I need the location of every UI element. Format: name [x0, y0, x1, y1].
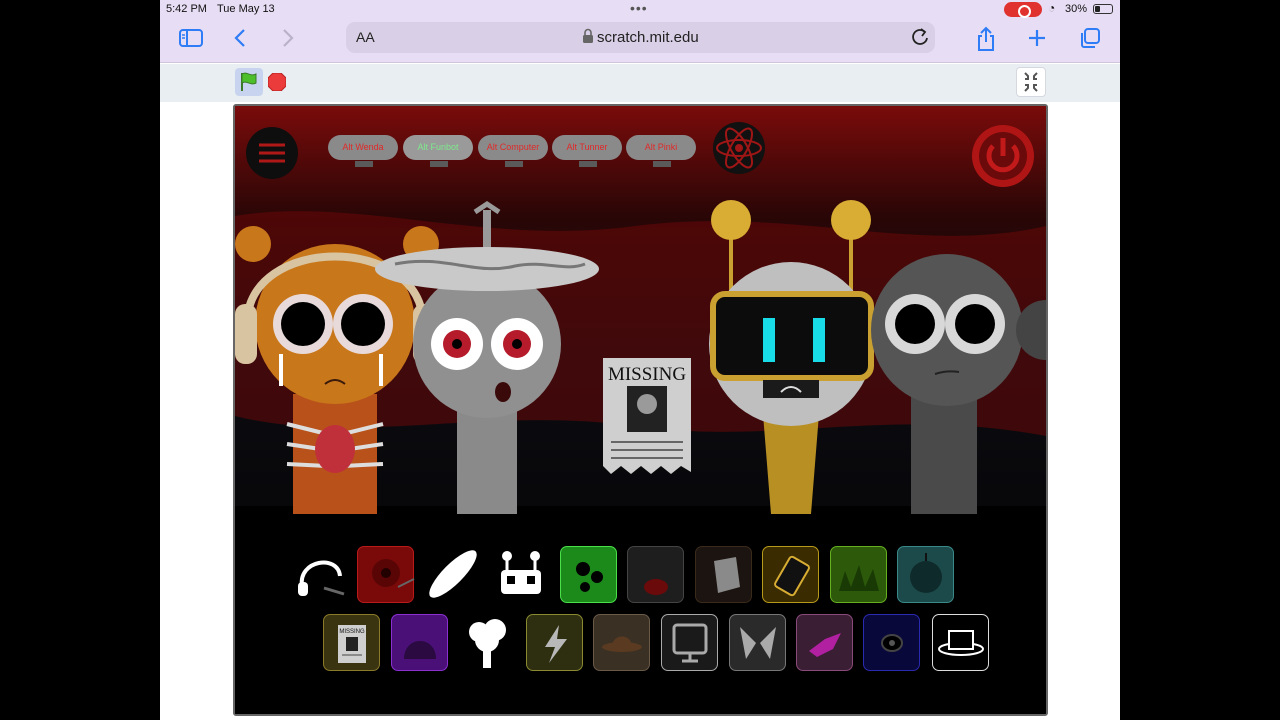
missing-poster-icon-label: MISSING — [339, 629, 365, 635]
purple-hair-icon[interactable] — [391, 614, 448, 671]
green-flag-button[interactable] — [235, 68, 263, 96]
menu-icon[interactable] — [245, 126, 299, 180]
headphones-icon[interactable] — [292, 546, 349, 603]
battery-percent: 30% — [1065, 3, 1088, 15]
power-reset-icon[interactable] — [971, 124, 1035, 188]
lightning-icon[interactable] — [526, 614, 583, 671]
status-bar: 5:42 PM Tue May 13 ••• ◔ 30% — [160, 0, 1120, 20]
alt-wenda-button[interactable]: Alt Wenda — [328, 135, 398, 167]
monitor-icon[interactable] — [661, 614, 718, 671]
sidebar-icon[interactable] — [176, 26, 206, 50]
character-tunner[interactable] — [871, 254, 1046, 514]
teal-orb-icon[interactable] — [897, 546, 954, 603]
reload-icon[interactable] — [910, 26, 930, 53]
blue-eye-icon[interactable] — [863, 614, 920, 671]
alt-pinki-button[interactable]: Alt Pinki — [626, 135, 696, 167]
atom-icon[interactable] — [711, 120, 767, 176]
url-text[interactable]: scratch.mit.edu — [597, 29, 699, 46]
status-time: 5:42 PM — [166, 3, 207, 15]
rock-icon[interactable] — [695, 546, 752, 603]
game-stage[interactable]: Alt Wenda Alt Funbot Alt Computer Alt Tu… — [233, 104, 1048, 716]
back-icon[interactable] — [226, 26, 256, 50]
green-slime-icon[interactable] — [560, 546, 617, 603]
screen-recording-icon[interactable] — [1004, 2, 1042, 18]
character-computer[interactable] — [709, 200, 874, 514]
text-size-button[interactable]: AA — [356, 29, 375, 45]
brown-hat-icon[interactable] — [593, 614, 650, 671]
alt-tunner-button[interactable]: Alt Tunner — [552, 135, 622, 167]
top-hat-icon[interactable] — [932, 614, 989, 671]
battery-icon — [1093, 4, 1113, 14]
scratch-controls — [160, 64, 1120, 102]
missing-poster-icon[interactable]: MISSING — [323, 614, 380, 671]
tree-icon[interactable] — [459, 614, 516, 671]
poster-title: MISSING — [608, 364, 686, 385]
antenna-robot-icon[interactable] — [493, 546, 550, 603]
exit-fullscreen-button[interactable] — [1016, 67, 1046, 97]
wifi-icon: ◔ — [1048, 1, 1056, 15]
phone-icon[interactable] — [762, 546, 819, 603]
ipad-screen: 5:42 PM Tue May 13 ••• ◔ 30% AA scratch.… — [160, 0, 1120, 720]
alt-funbot-button[interactable]: Alt Funbot — [403, 135, 473, 167]
forward-icon[interactable] — [272, 26, 302, 50]
hat-brim-icon[interactable] — [425, 546, 482, 603]
pink-bow-icon[interactable] — [796, 614, 853, 671]
multitasking-dots-icon[interactable]: ••• — [630, 0, 648, 16]
new-tab-icon[interactable] — [1022, 26, 1052, 50]
tabs-overview-icon[interactable] — [1075, 26, 1105, 50]
stop-button[interactable] — [267, 72, 287, 92]
alt-computer-button[interactable]: Alt Computer — [478, 135, 548, 167]
lock-icon — [582, 28, 594, 47]
share-icon[interactable] — [971, 26, 1001, 51]
grass-icon[interactable] — [830, 546, 887, 603]
red-eye-blob-icon[interactable] — [357, 546, 415, 603]
dark-face-icon[interactable] — [627, 546, 684, 603]
missing-poster[interactable]: MISSING — [603, 358, 691, 474]
gray-ears-icon[interactable] — [729, 614, 786, 671]
character-scene: MISSING — [235, 200, 1046, 514]
safari-toolbar: AA scratch.mit.edu — [160, 20, 1120, 63]
address-bar[interactable]: AA scratch.mit.edu — [346, 22, 935, 53]
status-date: Tue May 13 — [217, 3, 275, 15]
